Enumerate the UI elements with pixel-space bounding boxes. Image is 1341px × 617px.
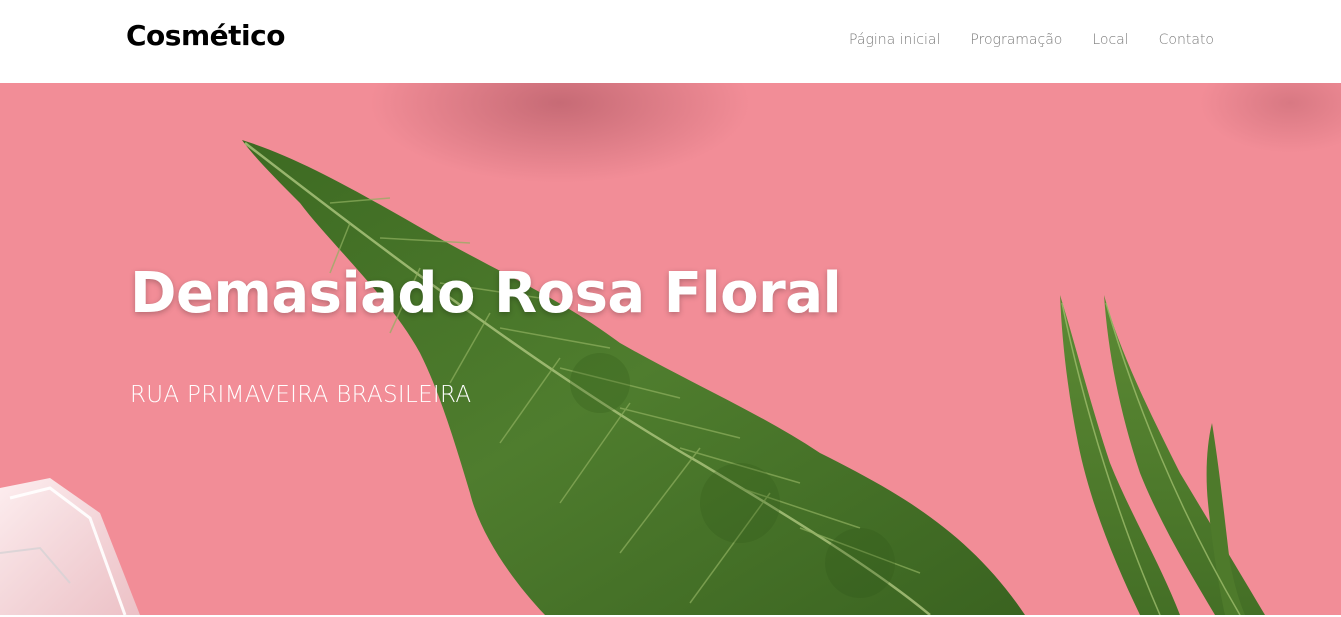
nav-link-home[interactable]: Página inicial — [849, 33, 940, 47]
site-header: Cosmético Página inicial Programação Loc… — [0, 0, 1341, 83]
nav-link-schedule[interactable]: Programação — [970, 33, 1062, 47]
hero-title: Demasiado Rosa Floral — [130, 261, 842, 326]
nav-link-location[interactable]: Local — [1092, 33, 1128, 47]
hero-banner: Demasiado Rosa Floral RUA PRIMAVEIRA BRA… — [0, 83, 1341, 615]
hero-background-image — [0, 83, 1341, 615]
nav-link-contact[interactable]: Contato — [1159, 33, 1214, 47]
hero-subtitle: RUA PRIMAVEIRA BRASILEIRA — [130, 382, 472, 408]
main-nav: Página inicial Programação Local Contato — [849, 33, 1214, 47]
brand-logo[interactable]: Cosmético — [126, 22, 285, 50]
